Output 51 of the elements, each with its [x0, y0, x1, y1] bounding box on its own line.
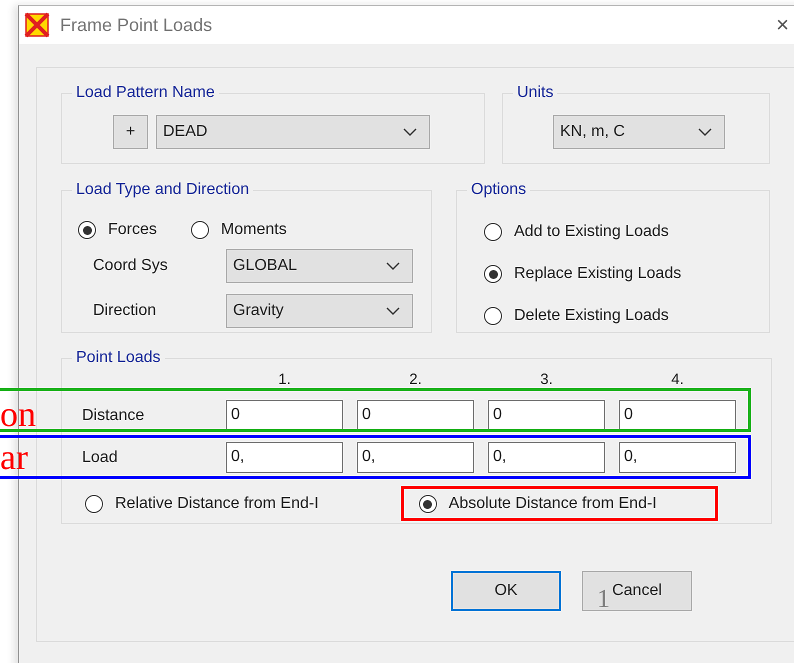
ok-button[interactable]: OK [451, 571, 561, 611]
input-field[interactable]: 0 [226, 400, 343, 431]
input-field[interactable]: 0, [619, 442, 736, 473]
row-label: Load [82, 448, 119, 466]
row-label: Distance [82, 406, 146, 424]
column-header: 3. [539, 370, 554, 388]
field-label: Direction [92, 302, 158, 320]
column-header: 2. [408, 370, 423, 388]
input-field[interactable]: 0 [488, 400, 605, 431]
input-field[interactable]: 0 [619, 400, 736, 431]
input-field[interactable]: 0 [357, 400, 474, 431]
radio-label[interactable]: Relative Distance from End-I [115, 495, 319, 513]
radio-button[interactable] [190, 221, 209, 239]
group-title: Load Type and Direction [75, 181, 250, 199]
radio-label[interactable]: Forces [108, 221, 157, 239]
app-icon [24, 12, 50, 38]
radio-button[interactable] [484, 307, 502, 325]
caret-icon [386, 262, 400, 270]
input-field[interactable]: 0, [357, 442, 474, 473]
caret-icon [698, 128, 712, 136]
dropdown[interactable]: DEAD [156, 115, 430, 149]
group-title: Options [470, 181, 528, 199]
radio-label[interactable]: Absolute Distance from End-I [448, 495, 657, 513]
column-header: 1. [277, 370, 292, 388]
caret-icon [386, 307, 400, 315]
radio-button[interactable] [484, 265, 502, 283]
annotation-text: ar [0, 439, 28, 475]
radio-button[interactable] [418, 495, 437, 513]
dropdown[interactable]: KN, m, C [553, 115, 725, 149]
dropdown[interactable]: Gravity [226, 294, 413, 328]
caret-icon [403, 128, 417, 136]
radio-label[interactable]: Moments [220, 221, 287, 239]
radio-button[interactable] [484, 223, 502, 241]
radio-label[interactable]: Replace Existing Loads [514, 265, 682, 283]
radio-button[interactable] [78, 221, 96, 239]
annotation-text: 1 [597, 586, 610, 612]
window-title: Frame Point Loads [60, 14, 212, 36]
field-label: Coord Sys [92, 257, 169, 275]
input-field[interactable]: 0, [488, 442, 605, 473]
radio-label[interactable]: Delete Existing Loads [514, 307, 669, 325]
close-button[interactable]: × [776, 12, 789, 38]
dropdown[interactable]: GLOBAL [226, 249, 413, 283]
radio-label[interactable]: Add to Existing Loads [514, 223, 669, 241]
group-title: Units [516, 84, 554, 102]
input-field[interactable]: 0, [226, 442, 343, 473]
group-title: Point Loads [75, 349, 162, 367]
radio-button[interactable] [85, 495, 103, 513]
annotation-text: on [0, 396, 36, 432]
add-button[interactable]: + [113, 115, 148, 149]
group-title: Load Pattern Name [75, 84, 216, 102]
column-header: 4. [670, 370, 685, 388]
